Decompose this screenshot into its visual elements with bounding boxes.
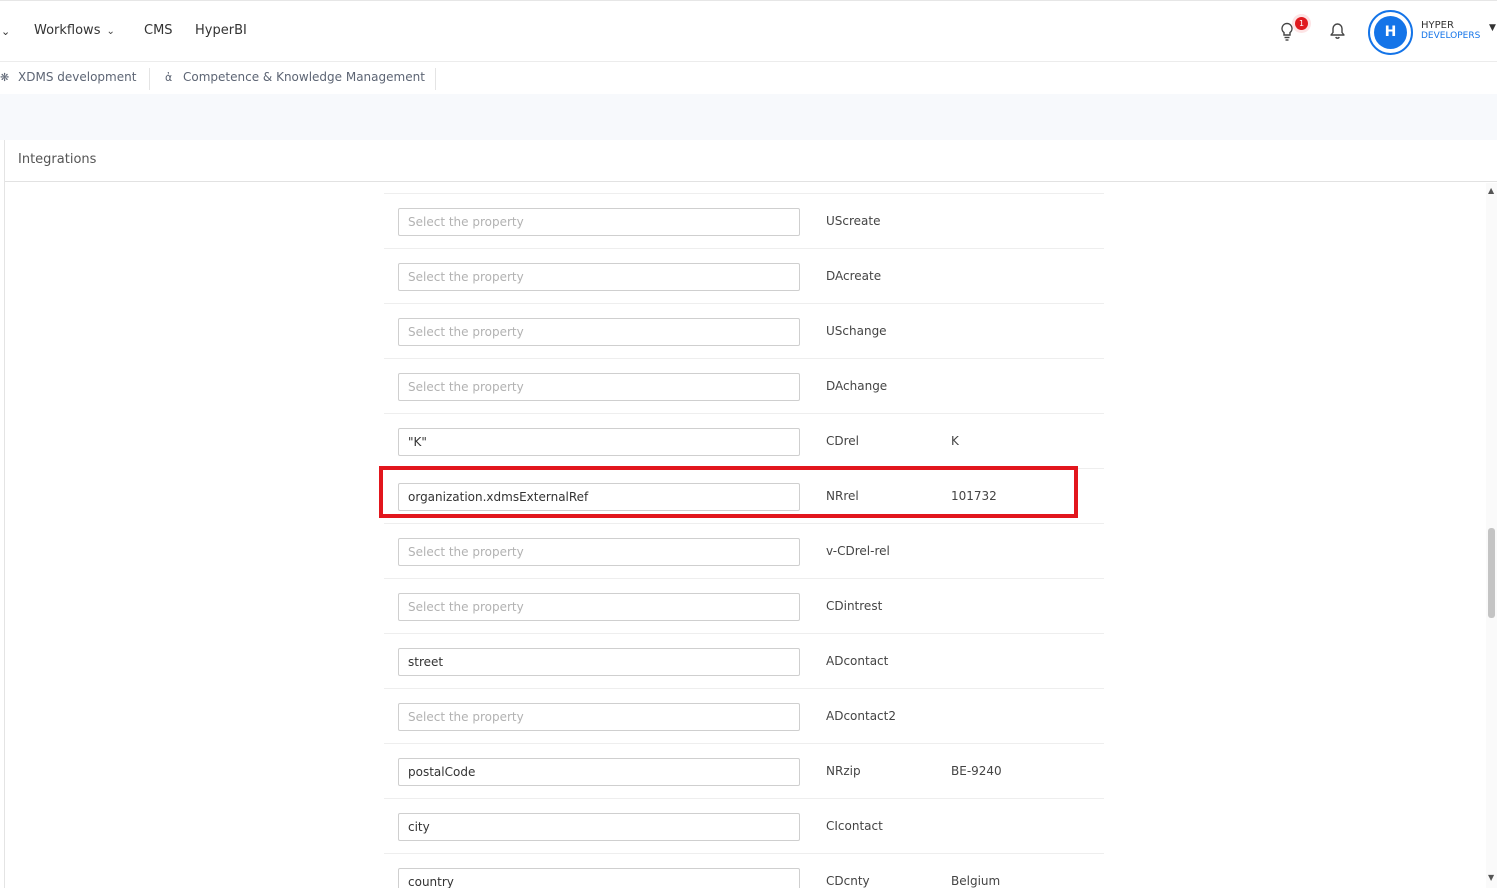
property-select[interactable] — [398, 373, 800, 401]
field-name: USchange — [826, 324, 887, 338]
field-name: ADcontact — [826, 654, 889, 668]
project-bar: ❋ XDMS development ἀ Competence & Knowledg… — [0, 62, 1497, 94]
field-name: ADcontact2 — [826, 709, 896, 723]
notification-badge: 1 — [1295, 17, 1308, 30]
integrations-panel: Integrations UScreate DAcreate USchange … — [4, 140, 1497, 888]
mapping-row: NRzip BE-9240 — [384, 744, 1104, 799]
field-name: NRrel — [826, 489, 859, 503]
mapping-row: CIcontact — [384, 799, 1104, 854]
mapping-row: DAcreate — [384, 249, 1104, 304]
field-value: K — [951, 434, 959, 448]
property-select[interactable] — [398, 868, 800, 888]
property-select[interactable] — [398, 593, 800, 621]
mapping-row: ADcontact — [384, 634, 1104, 689]
project-tab-label: Competence & Knowledge Management — [183, 70, 425, 84]
property-select[interactable] — [398, 263, 800, 291]
property-select[interactable] — [398, 538, 800, 566]
field-name: UScreate — [826, 214, 881, 228]
property-select[interactable] — [398, 428, 800, 456]
scrollbar-thumb[interactable] — [1488, 528, 1495, 618]
divider — [149, 68, 150, 90]
mapping-row: UScreate — [384, 194, 1104, 249]
mapping-row: NRrel 101732 — [384, 469, 1104, 524]
field-name: CIcontact — [826, 819, 883, 833]
field-name: CDrel — [826, 434, 860, 448]
fork-icon: ἀ — [165, 71, 173, 84]
field-value: 101732 — [951, 489, 997, 503]
nav-cms[interactable]: CMS — [144, 23, 173, 38]
field-name: DAchange — [826, 379, 888, 393]
nav-workflows[interactable]: Workflows ⌄ — [34, 23, 115, 38]
top-navbar: ⌄ Workflows ⌄ CMS HyperBI 1 H HYPER DEVEL… — [0, 0, 1497, 62]
nav-workflows-label: Workflows — [34, 23, 101, 38]
field-name: v-CDrel-rel — [826, 544, 890, 558]
mapping-row: v-CDrel-rel — [384, 524, 1104, 579]
property-select[interactable] — [398, 318, 800, 346]
property-select[interactable] — [398, 813, 800, 841]
panel-title: Integrations — [18, 152, 97, 167]
scroll-up-icon[interactable]: ▲ — [1488, 186, 1494, 195]
field-name: CDintrest — [826, 599, 883, 613]
bug-icon: ❋ — [0, 71, 10, 84]
nav-hyperbi[interactable]: HyperBI — [195, 23, 247, 38]
mapping-row: USchange — [384, 304, 1104, 359]
lightbulb-icon[interactable] — [1279, 22, 1295, 42]
project-tab-competence[interactable]: ἀ Competence & Knowledge Management — [165, 70, 425, 84]
project-tab-xdms[interactable]: ❋ XDMS development — [0, 70, 136, 84]
mapping-list: UScreate DAcreate USchange DAchange CDre… — [5, 182, 1488, 888]
caret-down-icon[interactable]: ▼ — [1489, 23, 1496, 33]
field-name: CDcnty — [826, 874, 870, 888]
brand-line2: DEVELOPERS — [1421, 31, 1481, 41]
org-brand[interactable]: HYPER DEVELOPERS — [1421, 20, 1480, 42]
avatar[interactable]: H — [1368, 10, 1413, 55]
chevron-down-icon[interactable]: ⌄ — [1, 25, 10, 38]
field-name: NRzip — [826, 764, 861, 778]
mapping-row: CDrel K — [384, 414, 1104, 469]
mapping-row: ADcontact2 — [384, 689, 1104, 744]
brand-line1: HYPER — [1421, 20, 1454, 31]
scroll-down-icon[interactable]: ▼ — [1488, 873, 1494, 882]
property-select[interactable] — [398, 208, 800, 236]
bell-icon[interactable] — [1329, 22, 1346, 40]
mapping-row: DAchange — [384, 359, 1104, 414]
panel-header: Integrations — [5, 140, 1497, 182]
avatar-initial: H — [1374, 16, 1407, 49]
property-select[interactable] — [398, 648, 800, 676]
field-name: DAcreate — [826, 269, 882, 283]
mapping-row: CDcnty Belgium — [384, 854, 1104, 888]
mapping-row: CDintrest — [384, 579, 1104, 634]
field-value: BE-9240 — [951, 764, 1002, 778]
property-select[interactable] — [398, 758, 800, 786]
project-tab-label: XDMS development — [18, 70, 137, 84]
chevron-down-icon: ⌄ — [106, 26, 115, 37]
divider — [435, 68, 436, 90]
field-value: Belgium — [951, 874, 1001, 888]
header-band — [0, 94, 1497, 140]
scrollbar[interactable]: ▲ ▼ — [1486, 183, 1497, 888]
property-select[interactable] — [398, 483, 800, 511]
property-select[interactable] — [398, 703, 800, 731]
